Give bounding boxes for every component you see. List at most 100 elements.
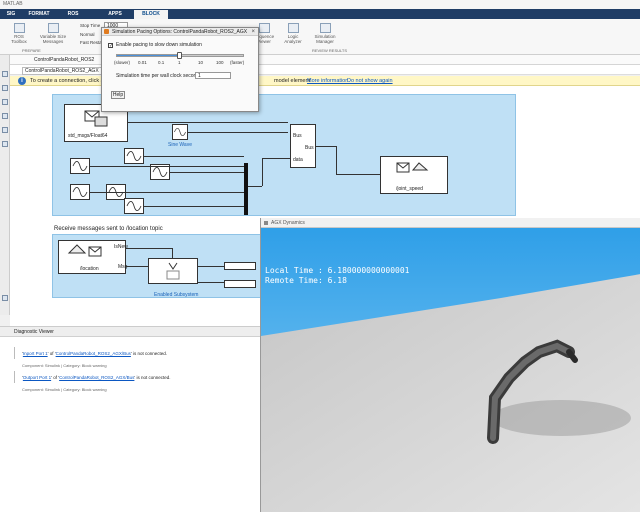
agx-dynamics-viewer[interactable]: AGX Dynamics Local Time : 6.180000000000… [260, 218, 640, 512]
signal-line [248, 186, 262, 187]
remote-time-readout: Remote Time: 6.18 [265, 276, 347, 285]
image-icon[interactable] [2, 127, 8, 133]
review-results-group-label: REVIEW RESULTS [312, 48, 348, 53]
is-new-port-label: IsNew [114, 244, 128, 250]
signal-line [336, 146, 337, 174]
signal-line [172, 248, 173, 258]
enabled-subsystem-block[interactable] [148, 258, 198, 284]
diagnostic-viewer: Diagnostic Viewer 'Inport Port 1' of 'Co… [0, 326, 260, 512]
diagnostic-message-2: 'Outport Port 1' of 'ControlPandaRobot_R… [22, 375, 171, 380]
more-information-link[interactable]: More information. [307, 76, 350, 86]
mux-block[interactable] [244, 163, 248, 215]
diagnostic-viewer-title: Diagnostic Viewer [0, 327, 260, 337]
signal-line [126, 192, 244, 193]
slider-tick-100: 100 [216, 60, 224, 65]
variable-size-messages-label: Variable Size Messages [39, 34, 67, 44]
signal-line [90, 166, 244, 167]
sine-icon [174, 127, 186, 137]
close-icon[interactable]: × [251, 28, 255, 36]
signal-line [188, 132, 288, 133]
ros-icon [13, 23, 25, 33]
logic-analyzer-button[interactable]: Logic Analyzer [282, 23, 304, 44]
ribbon-tabs: SIG FORMAT ROS APPS BLOCK [0, 9, 640, 19]
annotation-icon[interactable] [2, 113, 8, 119]
signal-line [126, 266, 148, 267]
area-icon[interactable] [2, 141, 8, 147]
bus-block-link[interactable]: ControlPandaRobot_ROS2_AGX/Bus [59, 375, 134, 380]
properties-icon[interactable] [2, 295, 8, 301]
data-port-label: data [293, 157, 303, 163]
model-path[interactable]: ControlPandaRobot_ROS2 [34, 57, 94, 63]
title-bar: MATLAB [0, 0, 640, 9]
bus-out-label: Bus [305, 145, 314, 151]
sine-source-2[interactable] [124, 148, 144, 164]
sine-source-6[interactable] [124, 198, 144, 214]
signal-line [198, 266, 224, 267]
sine-wave-block[interactable] [172, 124, 188, 140]
simulation-manager-button[interactable]: Simulation Manager [310, 23, 340, 44]
tab-ros[interactable]: ROS [60, 10, 86, 19]
simulation-manager-label: Simulation Manager [314, 34, 336, 44]
tab-apps[interactable]: APPS [100, 10, 130, 19]
message-marker [14, 347, 15, 359]
ros-toolbox-button[interactable]: ROS Toolbox [8, 23, 30, 44]
sine-icon [126, 200, 142, 212]
slider-tick-0-01: 0.01 [138, 60, 147, 65]
sine-wave-label: Sine Wave [168, 142, 192, 148]
display-block-1[interactable] [224, 262, 256, 270]
display-block-2[interactable] [224, 280, 256, 288]
breadcrumb-model[interactable]: ControlPandaRobot_ROS2_AGX [22, 67, 102, 75]
bus-block-link[interactable]: ControlPandaRobot_ROS2_AGX/Bus [56, 351, 131, 356]
sine-source-1[interactable] [70, 158, 90, 174]
bus-assignment-block[interactable]: Bus Bus data [290, 124, 316, 168]
std-msgs-float64-label: std_msgs/Float64 [68, 133, 108, 139]
message-marker [14, 371, 15, 383]
tab-sig[interactable]: SIG [0, 10, 22, 19]
simulink-icon [104, 29, 109, 34]
viewer-title: AGX Dynamics [271, 220, 305, 226]
sine-icon [126, 150, 142, 162]
outport-link[interactable]: Outport Port 1 [23, 375, 51, 380]
signal-line [336, 174, 380, 175]
joint-speed-label: /joint_speed [396, 186, 423, 192]
left-toolbar [0, 55, 10, 315]
enable-pacing-label: Enable pacing to slow down simulation [116, 42, 202, 48]
help-button[interactable]: Help [111, 91, 125, 99]
slider-fill [117, 55, 179, 56]
stop-time-label: Stop Time [80, 23, 101, 28]
slider-tick-1: 1 [178, 60, 181, 65]
pacing-slider[interactable] [116, 52, 244, 59]
slider-thumb[interactable] [177, 52, 182, 59]
sine-icon [72, 160, 88, 172]
diagnostic-message-1: 'Inport Port 1' of 'ControlPandaRobot_RO… [22, 351, 168, 356]
do-not-show-again-link[interactable]: Do not show again [347, 76, 393, 86]
enable-icon [166, 262, 180, 280]
sine-icon [72, 186, 88, 198]
slider-tick-slower: (slower) [114, 60, 131, 65]
signal-line [262, 158, 263, 186]
inport-link[interactable]: Inport Port 1 [23, 351, 48, 356]
tab-block[interactable]: BLOCK [134, 10, 168, 19]
signal-line [126, 248, 172, 249]
signal-line [144, 156, 244, 157]
fit-view-icon[interactable] [2, 85, 8, 91]
signal-line [262, 158, 290, 159]
enabled-subsystem-label: Enabled Subsystem [154, 292, 199, 298]
slider-tick-0-1: 0.1 [158, 60, 165, 65]
enable-pacing-checkbox[interactable]: ✓ [108, 43, 113, 49]
sine-source-4[interactable] [70, 184, 90, 200]
messages-icon [47, 23, 59, 33]
mode-label[interactable]: Normal [80, 32, 95, 37]
tab-format[interactable]: FORMAT [24, 10, 54, 19]
subscribe-area-title: Receive messages sent to /location topic [54, 226, 163, 232]
info-icon: i [18, 77, 26, 85]
arrow-icon[interactable] [2, 99, 8, 105]
simulation-pacing-dialog: Simulation Pacing Options: ControlPandaR… [101, 27, 259, 112]
variable-size-messages-button[interactable]: Variable Size Messages [36, 23, 70, 44]
logic-analyzer-label: Logic Analyzer [284, 34, 302, 44]
app-icon [264, 221, 268, 225]
rate-input[interactable]: 1 [195, 72, 231, 79]
signal-line [144, 206, 244, 207]
matlab-window: MATLAB SIG FORMAT ROS APPS BLOCK ROS Too… [0, 0, 640, 512]
zoom-icon[interactable] [2, 71, 8, 77]
